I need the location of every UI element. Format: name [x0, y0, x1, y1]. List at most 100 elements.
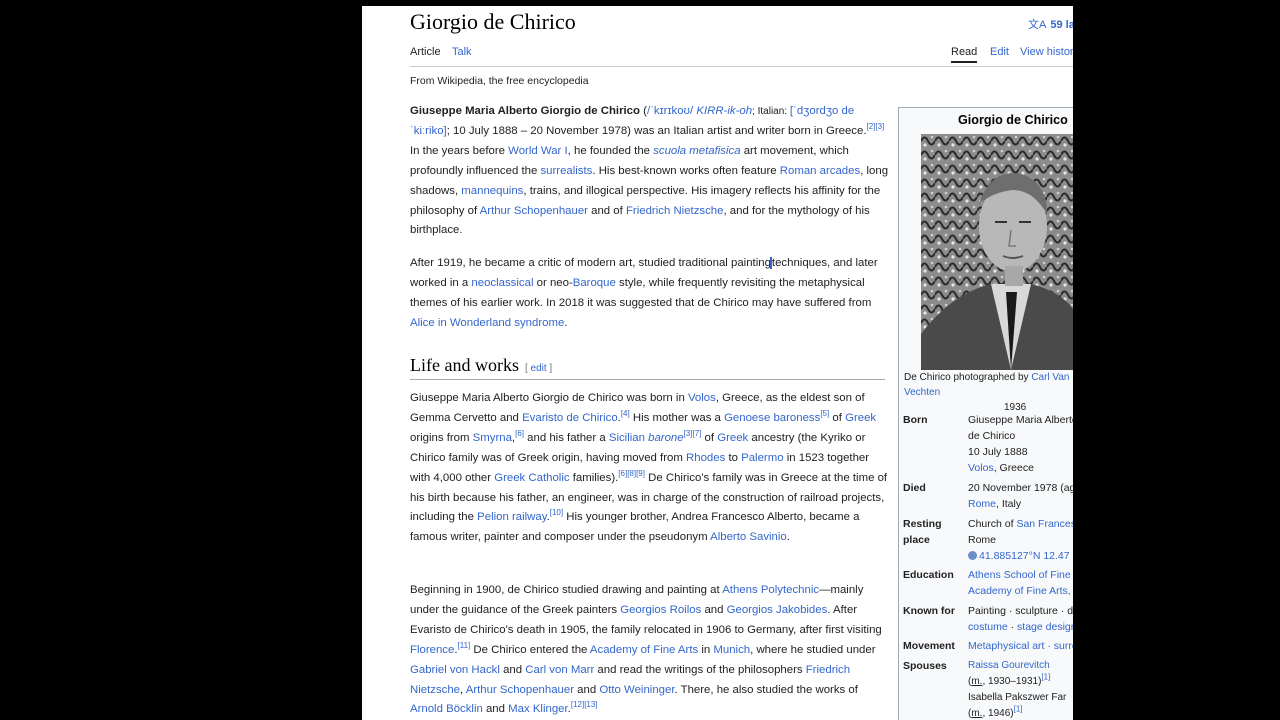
text: or neo-: [533, 276, 573, 289]
citation[interactable]: [1]: [1014, 705, 1023, 714]
link-metaphysical-art[interactable]: Metaphysical art: [968, 640, 1044, 652]
infobox-label-spouses: Spouses: [903, 660, 947, 672]
portrait-photo[interactable]: [921, 134, 1073, 370]
link-arnold-bocklin[interactable]: Arnold Böcklin: [410, 703, 483, 715]
link-alice-syndrome[interactable]: Alice in Wonderland syndrome: [410, 317, 564, 329]
link-greek[interactable]: Greek: [845, 412, 876, 424]
section-edit-link[interactable]: edit: [531, 363, 547, 374]
link-max-klinger[interactable]: Max Klinger: [508, 703, 568, 715]
link-genoese-baroness[interactable]: Genoese baroness: [724, 412, 820, 424]
link-roman-arcades[interactable]: Roman arcades: [780, 165, 860, 177]
link-schopenhauer[interactable]: Arthur Schopenhauer: [480, 205, 588, 217]
link-sicilian[interactable]: Sicilian: [609, 432, 648, 444]
link-palermo[interactable]: Palermo: [741, 452, 783, 464]
resting-coordinates[interactable]: 41.885127°N 12.47: [968, 548, 1073, 564]
pronunciation-ipa-link[interactable]: /ˈkɪrɪkoʊ/: [647, 105, 693, 117]
link-married[interactable]: m.: [971, 676, 982, 687]
tagline: From Wikipedia, the free encyclopedia: [410, 75, 589, 87]
link-surrealists[interactable]: surrealists: [540, 165, 592, 177]
citation[interactable]: [1]: [1041, 673, 1050, 682]
citation[interactable]: [2][3]: [866, 122, 884, 131]
tab-view-history[interactable]: View history: [1020, 46, 1073, 58]
translate-icon: 文A: [1028, 19, 1047, 31]
infobox-label-born: Born: [903, 414, 928, 426]
text: , 1930–1931): [982, 676, 1042, 687]
text: .: [564, 316, 568, 329]
intro-paragraph-1: Giuseppe Maria Alberto Giorgio de Chiric…: [410, 102, 890, 241]
intro-paragraph-2: After 1919, he became a critic of modern…: [410, 254, 890, 334]
link-georgios-roilos[interactable]: Georgios Roilos: [620, 604, 701, 616]
text: and read the writings of the philosopher…: [594, 663, 806, 676]
text: Giuseppe Maria Alberto Giorgio de Chiric…: [410, 392, 688, 404]
text: ·: [1007, 621, 1018, 633]
infobox-value-born: Giuseppe Maria Alberto Giorgio de Chiric…: [968, 412, 1073, 476]
pronunciation-respelling-link[interactable]: KIRR-ik-oh: [696, 105, 752, 117]
text: ]: [546, 363, 553, 374]
caption-text: De Chirico photographed by: [904, 372, 1032, 383]
born-name-line-2: de Chirico: [968, 430, 1016, 442]
link-mannequins[interactable]: mannequins: [461, 185, 523, 197]
link-pelion-railway[interactable]: Pelion railway: [477, 511, 546, 523]
link-surrealism[interactable]: · surrealism: [1044, 640, 1073, 652]
infobox-value-education: Athens School of Fine Arts Academy of Fi…: [968, 567, 1073, 599]
link-rhodes[interactable]: Rhodes: [686, 452, 725, 464]
link-gabriel-von-hackl[interactable]: Gabriel von Hackl: [410, 664, 500, 676]
citation[interactable]: [4]: [621, 409, 630, 418]
link-raissa-gourevitch[interactable]: Raissa Gourevitch: [968, 660, 1050, 671]
infobox-label-movement: Movement: [903, 640, 955, 652]
link-greek-2[interactable]: Greek: [717, 432, 748, 444]
link-barone[interactable]: barone: [648, 432, 683, 444]
text: families).: [569, 471, 619, 484]
link-schopenhauer-2[interactable]: Arthur Schopenhauer: [466, 684, 574, 696]
tab-talk[interactable]: Talk: [452, 46, 472, 58]
link-costume[interactable]: costume: [968, 621, 1008, 633]
link-otto-weininger[interactable]: Otto Weininger: [599, 684, 674, 696]
citation[interactable]: [6]: [515, 429, 524, 438]
link-volos[interactable]: Volos: [688, 392, 716, 404]
link-academy-fine-arts[interactable]: Academy of Fine Arts: [590, 644, 698, 656]
citation[interactable]: [12][13]: [571, 701, 598, 710]
citation[interactable]: [11]: [458, 641, 471, 650]
life-paragraph-1: Giuseppe Maria Alberto Giorgio de Chiric…: [410, 392, 888, 544]
link-athens-polytechnic[interactable]: Athens Polytechnic: [722, 584, 819, 596]
text: in: [698, 643, 714, 656]
link-evaristo[interactable]: Evaristo de Chirico: [522, 412, 618, 424]
text: , Italy: [996, 498, 1022, 510]
link-baroque[interactable]: Baroque: [573, 277, 616, 289]
infobox-label-died: Died: [903, 482, 926, 494]
tab-edit[interactable]: Edit: [990, 46, 1009, 58]
resting-city: Rome: [968, 534, 997, 546]
link-neoclassical[interactable]: neoclassical: [471, 277, 533, 289]
link-scuola-metafisica[interactable]: scuola metafisica: [653, 145, 740, 157]
tab-read[interactable]: Read: [951, 46, 978, 63]
spouse-1-years: (m., 1930–1931)[1]: [968, 672, 1051, 687]
link-florence[interactable]: Florence: [410, 644, 454, 656]
link-world-war-i[interactable]: World War I: [508, 145, 568, 157]
link-athens-school[interactable]: Athens School of Fine Arts: [968, 569, 1073, 581]
citation[interactable]: [5]: [820, 409, 829, 418]
portrait-illustration: [921, 134, 1073, 370]
link-volos-infobox[interactable]: Volos: [968, 462, 994, 474]
tab-article[interactable]: Article: [410, 46, 441, 61]
known-for-line-1: Painting · sculpture · d: [968, 605, 1073, 617]
citation[interactable]: [6][8][9]: [618, 469, 645, 478]
link-san-francesco[interactable]: San Francesco a Ripa: [1016, 518, 1073, 530]
link-alberto-savinio[interactable]: Alberto Savinio: [710, 531, 787, 543]
citation[interactable]: [10]: [550, 509, 563, 518]
link-carl-von-marr[interactable]: Carl von Marr: [525, 664, 594, 676]
link-rome[interactable]: Rome: [968, 498, 996, 510]
link-georgios-jakobides[interactable]: Georgios Jakobides: [727, 604, 828, 616]
link-munich[interactable]: Munich: [713, 644, 750, 656]
text: , Greece: [993, 462, 1034, 474]
link-nietzsche[interactable]: Friedrich Nietzsche: [626, 205, 723, 217]
link-smyrna[interactable]: Smyrna: [473, 432, 512, 444]
link-stage-design[interactable]: stage design: [1017, 621, 1073, 633]
text: of: [701, 431, 718, 444]
link-married-2[interactable]: m.: [971, 708, 982, 719]
citation[interactable]: [3][7]: [684, 429, 702, 438]
coordinates-link[interactable]: 41.885127°N 12.47: [979, 550, 1070, 562]
languages-button[interactable]: 文A59 languages: [1028, 16, 1073, 32]
link-academy-munich[interactable]: Academy of Fine Arts, Munich: [968, 585, 1073, 597]
link-greek-catholic[interactable]: Greek Catholic: [494, 472, 569, 484]
known-for-line-2: costume · stage design: [968, 619, 1073, 635]
